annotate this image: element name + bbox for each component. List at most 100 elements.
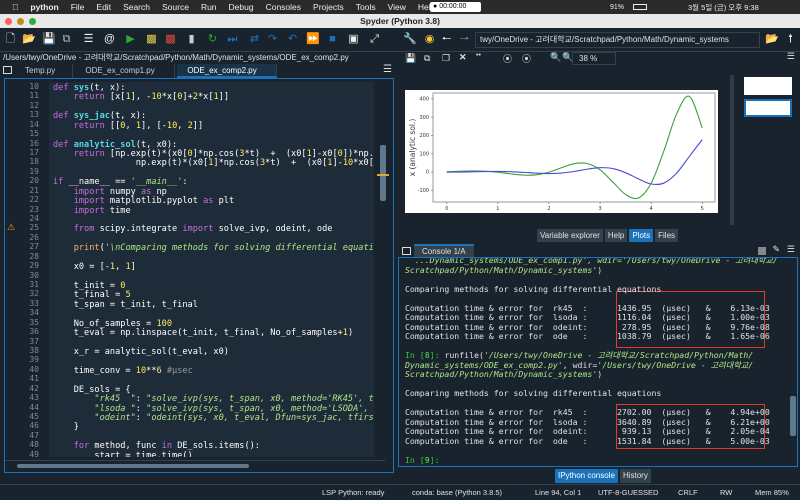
zoom-out-icon[interactable]: 🔍 [550,52,561,63]
menu-debug[interactable]: Debug [229,2,254,12]
scrollbar-thumb[interactable] [380,145,386,201]
interrupt-kernel-icon[interactable] [758,247,766,255]
tab-ode_ex_comp1-py[interactable]: ODE_ex_comp1.py [75,64,176,78]
tab-files[interactable]: Files [655,229,679,242]
tab-temp-py[interactable]: Temp.py [15,64,74,78]
code-token: 10 [342,158,354,169]
apple-icon[interactable]:  [12,2,18,12]
folder-icon[interactable]: 📂 [765,33,779,46]
browse-tabs-icon[interactable] [3,66,12,74]
step-icon[interactable]: ⇄ [248,33,261,46]
code-editor[interactable]: 10 11 12 13 14 15 16 17 18 19 20 21 22 23 24 25 ⚠ 26 27 28 2… [4,78,394,473]
rerun-icon[interactable]: ↻ [206,33,219,46]
up-arrow-icon[interactable]: 🠕 [784,33,797,46]
copy-plot-icon[interactable]: ❐ [442,53,450,64]
run-icon[interactable]: ▶ [124,33,137,46]
tab-ipython-console[interactable]: IPython console [555,469,618,483]
save-all-icon[interactable]: ⧉ [60,33,73,46]
tab-plots[interactable]: Plots [629,229,654,242]
code-token: start = time.time() [53,450,193,457]
code-line: t_span = t_init, t_final [53,299,198,310]
ipython-console[interactable]: ...Dynamic_systems/ODE_ex_comp1.py', wdi… [398,257,798,467]
run-cell-advance-icon[interactable]: ▩ [164,33,177,46]
code-line: np.exp(t)*(x0[1]*np.cos(3*t) + (x0[1]-10… [53,159,374,168]
tab-ode_ex_comp2-py[interactable]: ODE_ex_comp2.py [177,64,278,78]
save-plot-icon[interactable]: 💾 [405,53,416,64]
conda-env[interactable]: conda: base (Python 3.8.5) [412,488,502,497]
console-scrollbar-thumb[interactable] [790,396,796,436]
menu-view[interactable]: View [388,2,406,12]
run-selection-icon[interactable]: ▮ [185,33,198,46]
options-menu-icon[interactable]: ☰ [383,64,392,75]
zoom-window-button[interactable] [29,17,36,25]
line-number: 24 [29,214,39,224]
close-window-button[interactable] [5,17,12,25]
warning-icon[interactable]: ⚠ [7,222,15,233]
minimize-window-button[interactable] [17,17,24,25]
console-text: Dynamic_systems/ODE_ex_comp2.py' [405,359,563,370]
menu-consoles[interactable]: Consoles [266,2,301,12]
warning-marker [377,174,389,176]
debug-icon[interactable]: ⏭ [226,33,239,46]
wrench-icon[interactable]: 🔧 [403,33,417,46]
console-tab[interactable]: Console 1/A [414,244,474,258]
remove-plot-icon[interactable]: ✕ [459,52,467,63]
browse-tabs-icon[interactable] [402,247,411,255]
stop-icon[interactable]: ■ [326,33,339,46]
editor-vertical-scrollbar[interactable] [377,79,389,459]
menu-search[interactable]: Search [123,2,150,12]
outline-icon[interactable]: ☰ [82,33,95,46]
line-number: 38 [29,346,39,356]
back-icon[interactable]: 🠐 [440,33,453,46]
plot-thumbnail[interactable] [744,77,792,95]
forward-icon[interactable]: 🠒 [458,33,471,46]
code-token: *x[ [161,92,178,103]
save-icon[interactable]: 💾 [42,33,56,46]
python-icon[interactable]: ◉ [423,33,436,46]
fullscreen-icon[interactable]: ⤢ [368,33,381,46]
working-directory-combo[interactable]: twy/OneDrive - 고려대학교/Scratchpad/Python/M… [475,32,760,48]
menu-source[interactable]: Source [162,2,189,12]
next-plot-icon[interactable]: ⦿ [522,52,531,65]
menu-tools[interactable]: Tools [356,2,376,12]
menu-projects[interactable]: Projects [313,2,344,12]
new-file-icon[interactable]: 🗋 [4,33,17,46]
tab-variable-explorer[interactable]: Variable explorer [537,229,603,242]
plots-options-icon[interactable]: ☰ [787,51,795,62]
menu-file[interactable]: File [71,2,85,12]
menu-run[interactable]: Run [201,2,217,12]
console-text: Computation time & error for ode : 1531.… [405,435,770,446]
previous-plot-icon[interactable]: ⦿ [503,52,512,65]
console-text: Computation time & error for rk45 : 2702… [405,407,770,417]
run-cell-icon[interactable]: ▩ [145,33,158,46]
plot-zoom-field[interactable]: 38 % [572,52,616,65]
scrollbar-thumb[interactable] [17,464,249,468]
tab-history[interactable]: History [619,469,651,483]
clear-console-icon[interactable]: ✎ [772,244,780,255]
file-encoding: UTF-8-GUESSED [598,488,659,497]
code-token: ], - [130,92,152,103]
remove-all-plots-icon[interactable]: •• [476,52,481,59]
clock[interactable]: 3월 5일 (금) 오후 9:38 [688,2,759,13]
maximize-pane-icon[interactable]: ▣ [347,33,360,46]
code-token: ]- [332,158,343,169]
line-number: 20 [29,176,39,186]
at-icon[interactable]: @ [103,33,116,46]
app-menu[interactable]: python [30,2,58,12]
save-all-plots-icon[interactable]: ⧉ [424,53,430,64]
continue-icon[interactable]: ⏩ [306,33,320,46]
code-token: t_span = t_init, t_final [53,299,198,310]
plot-thumbnail-selected[interactable] [744,99,792,117]
step-into-icon[interactable]: ↷ [266,33,279,46]
tab-help[interactable]: Help [604,229,628,242]
code-token: #µsec [161,365,193,376]
code-area[interactable]: def sys(t, x): return [x[1], -10*x[0]+2*… [49,82,374,457]
menu-edit[interactable]: Edit [96,2,111,12]
step-return-icon[interactable]: ↶ [286,33,299,46]
open-file-icon[interactable]: 📂 [22,33,36,46]
console-options-icon[interactable]: ☰ [787,244,795,255]
timer[interactable]: ● 00:00:00 [430,2,482,12]
editor-horizontal-scrollbar[interactable] [5,460,385,470]
battery-icon[interactable] [633,4,647,10]
console-text: ) [597,369,603,379]
